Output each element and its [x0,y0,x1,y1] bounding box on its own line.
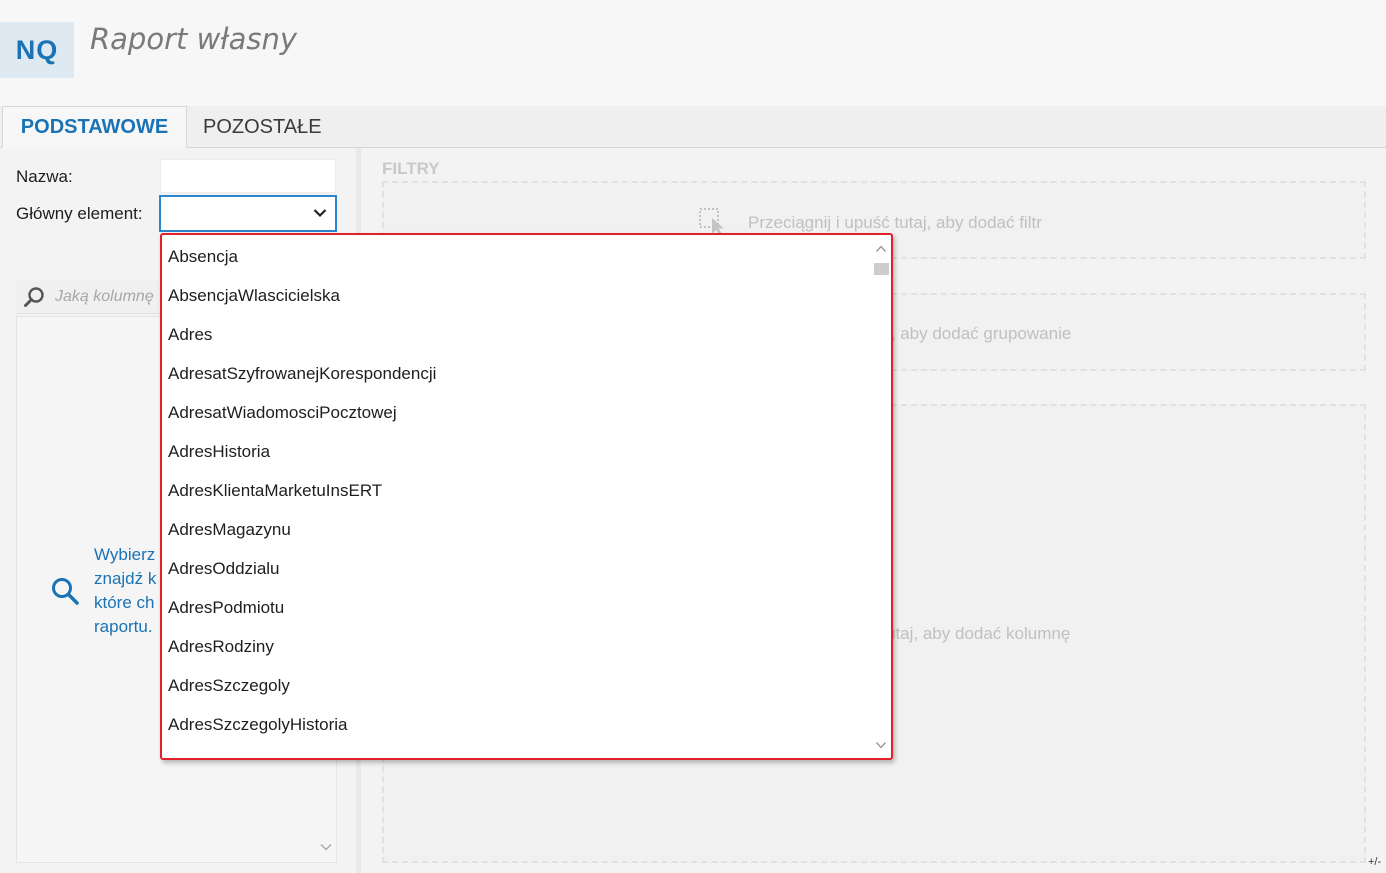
list-item[interactable]: AdresMagazynu [168,510,868,549]
list-item[interactable]: AdresSzczegolyHistoria [168,705,868,744]
drag-drop-icon [699,208,724,235]
column-search-placeholder: Jaką kolumnę [55,288,154,305]
name-label: Nazwa: [16,167,73,186]
list-item[interactable]: AdresOddzialu [168,549,868,588]
list-item[interactable]: Absencja [168,237,868,276]
list-item[interactable]: AdresHistoria [168,432,868,471]
tab-bar: PODSTAWOWE POZOSTAŁE [0,106,1386,148]
filters-drop-hint: Przeciągnij i upuść tutaj, aby dodać fil… [748,213,1042,232]
list-item[interactable]: AdresSzczegoly [168,666,868,705]
help-text-line: raportu. [94,617,153,636]
search-icon [24,287,44,307]
help-text-line: Wybierz [94,545,156,564]
columns-drop-hint: utaj, aby dodać kolumnę [886,624,1071,643]
list-item[interactable]: AdresKlientaMarketuInsERT [168,471,868,510]
help-text-line: które ch [94,593,155,612]
corner-toggle[interactable]: +/- [1368,856,1381,868]
dropdown-scrollbar[interactable] [873,239,889,754]
filters-section-label: FILTRY [382,159,440,178]
name-input[interactable] [160,159,336,193]
magnifier-icon [52,578,79,605]
app-badge: NQ [0,22,74,78]
tab-podstawowe[interactable]: PODSTAWOWE [2,106,187,148]
scroll-down-icon[interactable] [875,740,887,750]
scrollbar-thumb[interactable] [874,263,889,275]
list-item[interactable]: AdresRodziny [168,627,868,666]
scroll-up-icon[interactable] [875,244,887,254]
list-item[interactable]: AbsencjaWlascicielska [168,276,868,315]
list-item[interactable]: AdresatWiadomosciPocztowej [168,393,868,432]
help-text-line: znajdź k [94,569,157,588]
list-item[interactable]: Adres [168,315,868,354]
grouping-drop-hint: j, aby dodać grupowanie [887,324,1072,343]
main-element-label: Główny element: [16,204,143,223]
list-item[interactable]: AdresPodmiotu [168,588,868,627]
main-element-select[interactable] [159,195,337,232]
tab-pozostale[interactable]: POZOSTAŁE [187,106,338,148]
chevron-down-icon [313,209,327,218]
list-item[interactable]: AdresatSzyfrowanejKorespondencji [168,354,868,393]
main-element-dropdown-list[interactable]: Absencja AbsencjaWlascicielska Adres Adr… [160,233,893,760]
page-title: Raport własny [90,22,298,56]
chevron-down-icon[interactable] [319,842,333,852]
title-bar: NQ Raport własny [0,0,1386,106]
